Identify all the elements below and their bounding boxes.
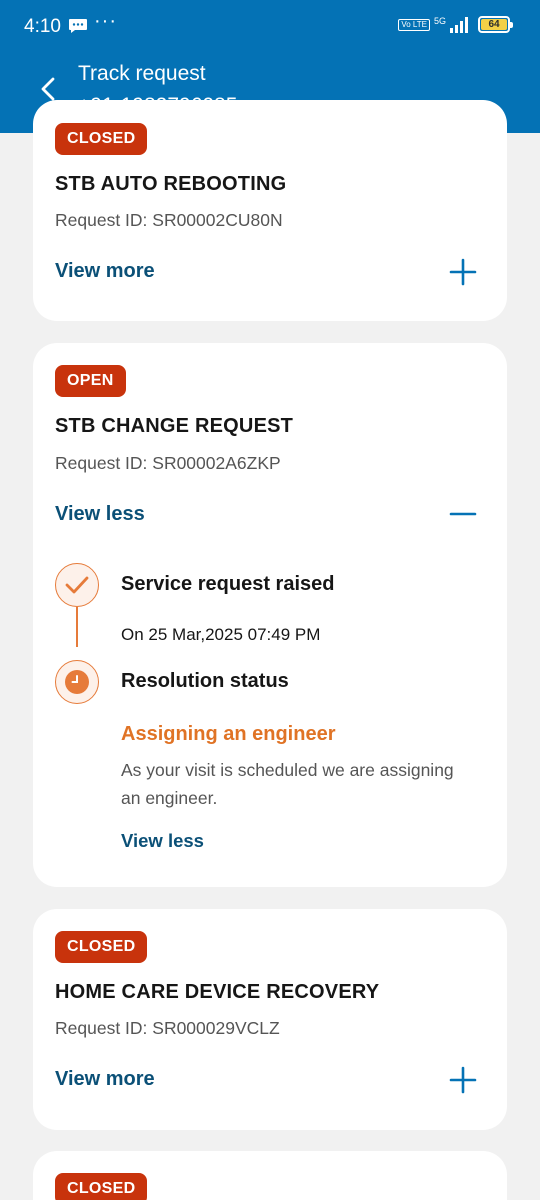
status-badge: CLOSED <box>55 931 148 963</box>
signal-icon <box>450 16 468 33</box>
request-title: STB CHANGE REQUEST <box>55 415 294 437</box>
status-badge: CLOSED <box>55 123 148 155</box>
step-date: On 25 Mar,2025 07:49 PM <box>121 625 321 644</box>
page-title: Track request <box>78 62 206 85</box>
back-arrow-icon[interactable] <box>36 76 62 102</box>
request-id: Request ID: SR000029VCLZ <box>55 1018 280 1038</box>
timeline-connector <box>76 607 78 647</box>
clock-icon <box>64 669 89 694</box>
request-title: HOME CARE DEVICE RECOVERY <box>55 981 380 1003</box>
request-id: Request ID: SR00002A6ZKP <box>55 453 281 473</box>
volte-icon: Vo LTE <box>398 18 430 31</box>
status-badge: OPEN <box>55 365 126 397</box>
network-type: 5G <box>433 16 446 26</box>
request-card: CLOSED STB AUTO REBOOTING Request ID: SR… <box>33 100 507 321</box>
resolution-description: As your visit is scheduled we are assign… <box>121 760 454 808</box>
view-more-link[interactable]: View more <box>55 1068 155 1091</box>
request-title: STB AUTO REBOOTING <box>55 173 287 195</box>
collapse-minus-icon[interactable] <box>449 500 477 528</box>
request-card: CLOSED HOME CARE DEVICE RECOVERY Request… <box>33 909 507 1130</box>
status-bar: 4:10 ··· Vo LTE 5G 64 <box>0 0 540 54</box>
timeline-step-done <box>55 563 99 607</box>
expand-plus-icon[interactable] <box>449 1066 477 1094</box>
view-more-link[interactable]: View more <box>55 260 155 283</box>
expand-plus-icon[interactable] <box>449 258 477 286</box>
request-id: Request ID: SR00002CU80N <box>55 210 283 230</box>
message-icon <box>69 19 87 33</box>
check-icon <box>65 576 88 593</box>
more-notifications-icon: ··· <box>94 10 117 32</box>
view-less-link[interactable]: View less <box>55 503 145 526</box>
timeline-step-pending <box>55 660 99 704</box>
request-card: CLOSED <box>33 1151 507 1200</box>
resolution-status: Assigning an engineer <box>121 723 336 745</box>
status-badge: CLOSED <box>55 1173 148 1200</box>
battery-level: 64 <box>481 19 507 30</box>
status-indicators: Vo LTE 5G 64 <box>398 16 513 33</box>
battery-icon: 64 <box>478 16 513 33</box>
step-title: Service request raised <box>121 573 335 595</box>
step-title: Resolution status <box>121 670 289 692</box>
request-card: OPEN STB CHANGE REQUEST Request ID: SR00… <box>33 343 507 887</box>
timeline-view-less-link[interactable]: View less <box>121 830 204 852</box>
status-time: 4:10 <box>24 16 61 37</box>
